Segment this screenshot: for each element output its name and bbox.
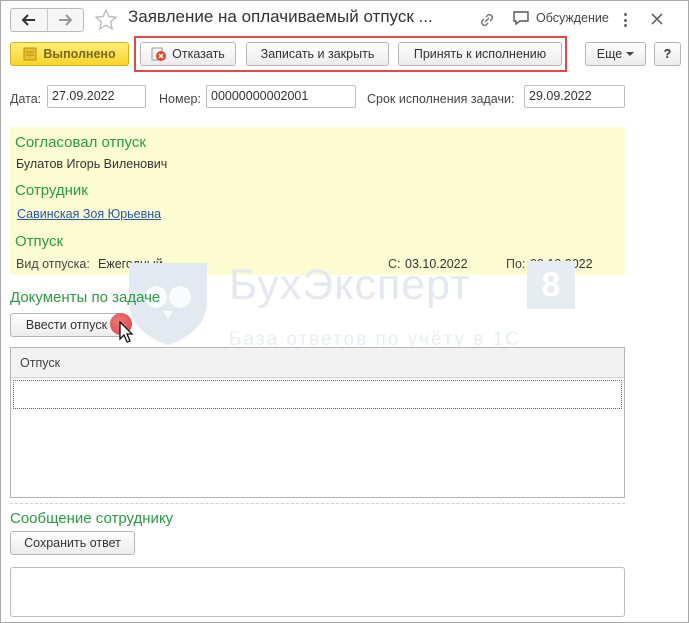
chat-bubble-icon (513, 11, 529, 26)
favorite-star-icon[interactable] (94, 8, 118, 32)
approved-heading: Согласовал отпуск (15, 134, 146, 151)
link-icon[interactable] (477, 10, 497, 30)
date-field[interactable]: 27.09.2022 (47, 85, 146, 108)
help-button[interactable]: ? (654, 42, 681, 66)
task-done-icon (23, 47, 37, 61)
due-date-label: Срок исполнения задачи: (367, 92, 515, 106)
table-row[interactable] (13, 380, 622, 409)
section-divider (10, 503, 625, 504)
documents-table: Отпуск (10, 347, 625, 498)
from-label: С: (388, 257, 401, 271)
employee-link[interactable]: Савинская Зоя Юрьевна (17, 207, 161, 221)
to-value: 09.10.2022 (530, 257, 593, 271)
column-header-vacation[interactable]: Отпуск (11, 348, 624, 378)
employee-heading: Сотрудник (15, 182, 88, 199)
more-menu-icon[interactable] (620, 11, 630, 29)
number-label: Номер: (159, 92, 201, 106)
discussion-button[interactable]: Обсуждение (512, 10, 609, 26)
from-value: 03.10.2022 (405, 257, 468, 271)
forward-button[interactable] (46, 9, 84, 31)
window-title: Заявление на оплачиваемый отпуск ... (128, 7, 433, 26)
vacation-type-label: Вид отпуска: (16, 257, 90, 271)
enter-vacation-button[interactable]: Ввести отпуск (10, 313, 123, 337)
arrow-right-icon (59, 14, 73, 26)
message-textarea[interactable] (10, 567, 625, 617)
done-button[interactable]: Выполнено (10, 42, 129, 66)
date-label: Дата: (10, 92, 42, 106)
refuse-icon (151, 47, 167, 61)
back-button[interactable] (11, 9, 47, 31)
message-heading: Сообщение сотруднику (10, 510, 174, 527)
due-date-field[interactable]: 29.09.2022 (524, 85, 625, 108)
refuse-button[interactable]: Отказать (140, 42, 236, 66)
vacation-heading: Отпуск (15, 233, 64, 250)
mouse-cursor-icon (119, 321, 134, 343)
info-panel: Согласовал отпуск Булатов Игорь Виленови… (10, 127, 625, 275)
documents-heading: Документы по задаче (10, 289, 161, 306)
accept-button[interactable]: Принять к исполнению (398, 42, 562, 66)
to-label: По: (506, 257, 526, 271)
document-window: Заявление на оплачиваемый отпуск ... Обс… (0, 0, 689, 623)
approved-name: Булатов Игорь Виленович (16, 157, 168, 171)
nav-group (10, 8, 84, 32)
discussion-label: Обсуждение (536, 11, 609, 25)
number-field[interactable]: 00000000002001 (206, 85, 356, 108)
save-answer-button[interactable]: Сохранить ответ (10, 531, 135, 555)
more-button[interactable]: Еще (585, 42, 646, 66)
arrow-left-icon (21, 14, 35, 26)
chevron-down-icon (626, 52, 635, 56)
close-icon[interactable] (647, 9, 667, 29)
vacation-type-value: Ежегодный (98, 257, 163, 271)
save-and-close-button[interactable]: Записать и закрыть (246, 42, 389, 66)
